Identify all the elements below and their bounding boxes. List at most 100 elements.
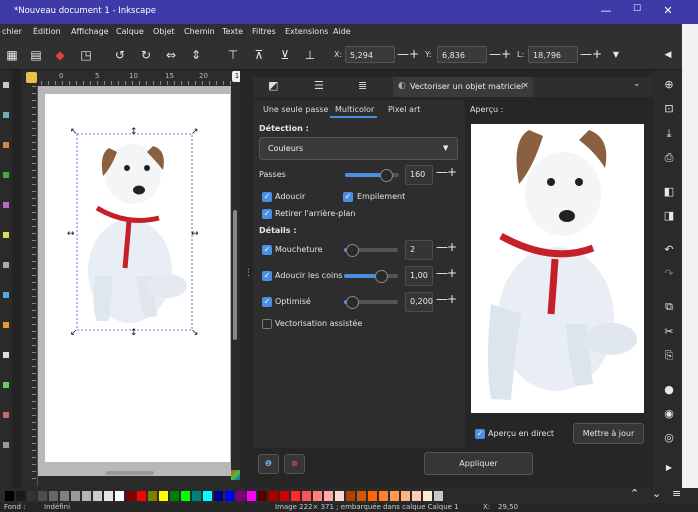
x-increment-button[interactable]: + [409, 47, 419, 61]
palette-swatch[interactable] [137, 491, 146, 501]
handle-left[interactable]: ↔ [67, 229, 75, 239]
trace-info-icon[interactable]: ❶ [258, 454, 279, 474]
palette-swatch[interactable] [126, 491, 135, 501]
palette-swatch[interactable] [5, 491, 14, 501]
spiral-tool-icon[interactable] [3, 232, 9, 238]
palette-menu-icon[interactable]: ≡ [672, 487, 681, 500]
close-tab-icon[interactable]: ✕ [522, 81, 529, 90]
y-increment-button[interactable]: + [501, 47, 511, 61]
zoom-selection-icon[interactable]: ● [661, 383, 677, 396]
lower-icon[interactable]: ⊻ [277, 47, 293, 63]
paste-icon[interactable]: ⎘ [661, 349, 677, 363]
vertical-scrollbar[interactable] [233, 210, 237, 340]
menu-extensions[interactable]: Extensions [285, 27, 328, 36]
corners-slider-knob[interactable] [375, 270, 388, 283]
star-tool-icon[interactable] [3, 202, 9, 208]
palette-swatch[interactable] [280, 491, 289, 501]
menu-chemin[interactable]: Chemin [184, 27, 215, 36]
print-icon[interactable]: ⎙ [661, 151, 677, 165]
handle-bottom[interactable]: ↕ [130, 328, 138, 336]
subtab-multicolor[interactable]: Multicolor [335, 105, 374, 114]
rotate-cw-icon[interactable]: ↻ [138, 47, 154, 63]
menu-texte[interactable]: Texte [222, 27, 243, 36]
toolbar-overflow-chevron-down-icon[interactable]: ▼ [608, 47, 624, 63]
rotate-ccw-icon[interactable]: ↺ [112, 47, 128, 63]
passes-value[interactable]: 160 [405, 165, 433, 185]
redo-icon[interactable]: ↷ [661, 267, 677, 280]
raise-to-top-icon[interactable]: ⊤ [225, 47, 241, 63]
objects-tab-icon[interactable]: ≣ [358, 79, 367, 92]
lock-guides-icon[interactable] [26, 72, 37, 83]
y-decrement-button[interactable]: — [489, 47, 501, 61]
cut-icon[interactable]: ✂ [661, 325, 677, 338]
zoom-drawing-icon[interactable]: ◉ [661, 407, 677, 420]
minimize-button[interactable]: — [596, 4, 616, 17]
width-increment-button[interactable]: + [592, 47, 602, 61]
palette-swatch[interactable] [214, 491, 223, 501]
gradient-tool-icon[interactable] [3, 382, 9, 388]
palette-swatch[interactable] [192, 491, 201, 501]
deselect-icon[interactable]: ◆ [52, 47, 68, 63]
align-tab-icon[interactable]: ☰ [314, 79, 324, 92]
palette-swatch[interactable] [368, 491, 377, 501]
palette-swatch[interactable] [291, 491, 300, 501]
speckles-value[interactable]: 2 [405, 240, 433, 260]
rect-tool-icon[interactable] [3, 142, 9, 148]
width-decrement-button[interactable]: — [580, 47, 592, 61]
palette-swatch[interactable] [225, 491, 234, 501]
menu-filtres[interactable]: Filtres [252, 27, 276, 36]
live-preview-checkbox[interactable]: ✓ [475, 429, 485, 439]
tab-menu-chevron-down-icon[interactable]: ⌄ [633, 79, 641, 89]
palette-swatch[interactable] [181, 491, 190, 501]
palette-swatch[interactable] [104, 491, 113, 501]
palette-swatch[interactable] [379, 491, 388, 501]
remove-background-checkbox[interactable]: ✓ [262, 209, 272, 219]
palette-swatch[interactable] [258, 491, 267, 501]
new-document-icon[interactable]: ⊕ [661, 78, 677, 91]
lower-to-bottom-icon[interactable]: ⊥ [302, 47, 318, 63]
zoom-page-icon[interactable]: ◎ [661, 431, 677, 444]
export-icon[interactable]: ◨ [661, 209, 677, 222]
cancel-icon[interactable]: ⊗ [284, 454, 305, 474]
palette-swatch[interactable] [27, 491, 36, 501]
import-icon[interactable]: ◧ [661, 185, 677, 198]
zoom-tool-icon[interactable] [3, 442, 9, 448]
menu-edition[interactable]: Édition [33, 27, 61, 36]
commands-more-icon[interactable]: ▶ [661, 463, 677, 472]
selected-dog-image[interactable]: ↖ ↕ ↗ ↔ ↔ ↙ ↕ ↘ [67, 126, 207, 336]
palette-swatch[interactable] [423, 491, 432, 501]
pencil-tool-icon[interactable] [3, 292, 9, 298]
palette-swatch[interactable] [247, 491, 256, 501]
maximize-button[interactable]: ☐ [627, 4, 647, 14]
handle-top-right[interactable]: ↗ [191, 127, 199, 137]
select-same-icon[interactable]: ▤ [28, 47, 44, 63]
menu-objet[interactable]: Objet [153, 27, 175, 36]
update-button[interactable]: Mettre à jour [573, 423, 644, 444]
optimize-checkbox[interactable]: ✓ [262, 297, 272, 307]
width-input[interactable]: 18,796 [528, 46, 578, 63]
speckles-checkbox[interactable]: ✓ [262, 245, 272, 255]
palette-swatch[interactable] [346, 491, 355, 501]
palette-swatch[interactable] [170, 491, 179, 501]
palette-swatch[interactable] [236, 491, 245, 501]
close-button[interactable]: ✕ [658, 4, 678, 17]
smooth-corners-checkbox[interactable]: ✓ [262, 271, 272, 281]
palette-swatch[interactable] [82, 491, 91, 501]
palette-swatch[interactable] [159, 491, 168, 501]
copy-icon[interactable]: ⧉ [661, 300, 677, 314]
raise-icon[interactable]: ⊼ [251, 47, 267, 63]
palette-swatch[interactable] [269, 491, 278, 501]
handle-right[interactable]: ↔ [191, 229, 199, 239]
optimize-slider-knob[interactable] [346, 296, 359, 309]
speckles-increment-button[interactable]: + [447, 240, 457, 254]
collapse-arrow-icon[interactable]: ◀ [660, 47, 676, 63]
fill-stroke-tab-icon[interactable]: ◩ [268, 79, 278, 92]
handle-bottom-left[interactable]: ↙ [70, 328, 78, 336]
palette-swatch[interactable] [390, 491, 399, 501]
palette-swatch[interactable] [115, 491, 124, 501]
save-icon[interactable]: ⤓ [661, 127, 677, 141]
horizontal-scrollbar[interactable] [106, 471, 154, 475]
speckles-slider-knob[interactable] [346, 244, 359, 257]
palette-swatch[interactable] [324, 491, 333, 501]
palette-swatch[interactable] [335, 491, 344, 501]
